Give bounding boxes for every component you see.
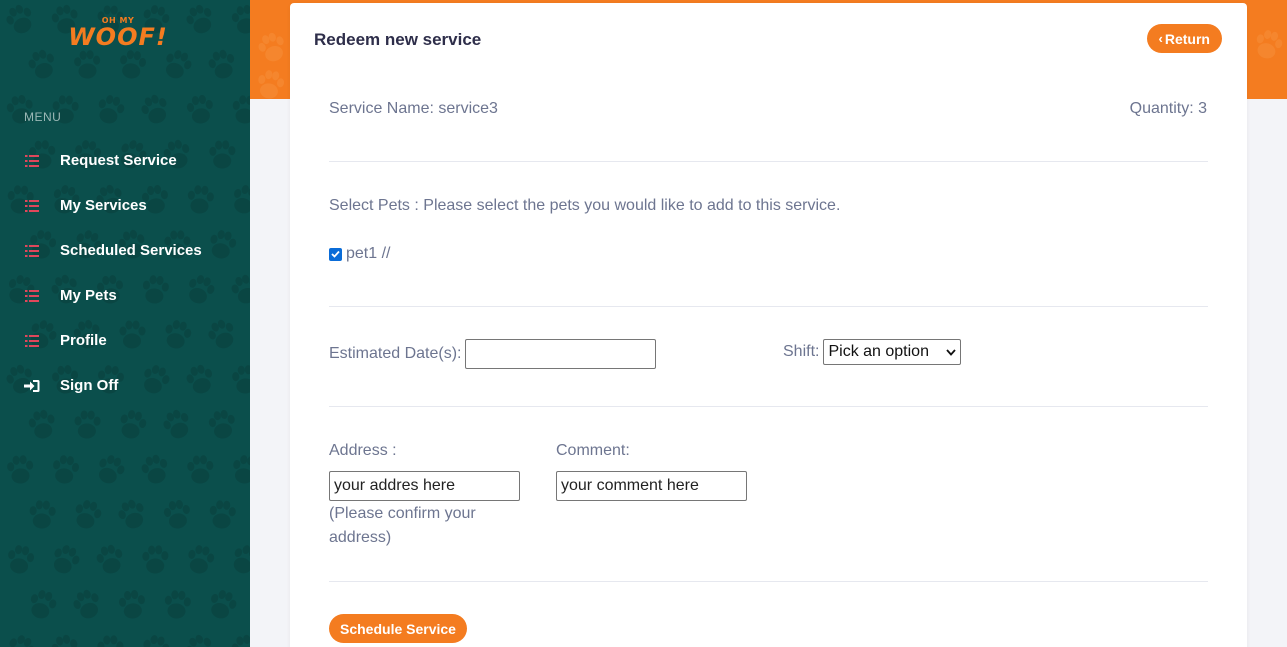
sidebar-item-label: My Services: [60, 197, 147, 214]
divider: [329, 581, 1208, 582]
sidebar-item-label: Request Service: [60, 152, 177, 169]
sidebar-nav: Request Service My Services Scheduled Se…: [0, 138, 250, 408]
sidebar-item-label: Profile: [60, 332, 107, 349]
date-label: Estimated Date(s):: [329, 345, 462, 362]
pet-option: pet1 //: [329, 245, 390, 263]
chevron-left-icon: ‹: [1158, 31, 1163, 46]
sidebar-item-my-pets[interactable]: My Pets: [0, 273, 250, 318]
chevron-down-icon: [946, 348, 957, 356]
list-icon: [24, 288, 40, 304]
logo[interactable]: OH MY WOOF!: [0, 16, 250, 51]
sidebar-item-sign-off[interactable]: Sign Off: [0, 363, 250, 408]
menu-heading: MENU: [24, 110, 62, 124]
divider: [329, 406, 1208, 407]
sidebar-item-label: My Pets: [60, 287, 117, 304]
estimated-date-input[interactable]: [465, 339, 657, 369]
comment-input[interactable]: [556, 471, 747, 501]
pet-label: pet1 //: [346, 245, 391, 262]
sidebar-item-profile[interactable]: Profile: [0, 318, 250, 363]
logo-big-text: WOOF!: [68, 23, 168, 51]
pet-checkbox[interactable]: [329, 247, 342, 261]
service-name: Service Name: service3: [329, 100, 498, 117]
sidebar-item-label: Sign Off: [60, 377, 119, 394]
list-icon: [24, 333, 40, 349]
divider: [329, 161, 1208, 162]
sidebar: OH MY WOOF! MENU Request Service My Serv…: [0, 0, 250, 647]
sidebar-item-request-service[interactable]: Request Service: [0, 138, 250, 183]
shift-selected-value: Pick an option: [828, 343, 929, 360]
schedule-service-button[interactable]: Schedule Service: [329, 614, 467, 643]
shift-label: Shift:: [783, 343, 820, 360]
shift-field-group: Shift: Pick an option: [783, 339, 962, 365]
page-title: Redeem new service: [314, 30, 482, 49]
address-confirm-note: (Please confirm your address): [329, 505, 476, 546]
list-icon: [24, 243, 40, 259]
list-icon: [24, 198, 40, 214]
redeem-service-card: Redeem new service ‹ Return Service Name…: [290, 3, 1247, 647]
address-input[interactable]: [329, 471, 520, 501]
address-label: Address :: [329, 442, 397, 459]
divider: [329, 306, 1208, 307]
service-quantity: Quantity: 3: [1129, 100, 1207, 117]
comment-label: Comment:: [556, 442, 630, 459]
shift-select[interactable]: Pick an option: [823, 339, 962, 365]
list-icon: [24, 153, 40, 169]
sidebar-item-scheduled-services[interactable]: Scheduled Services: [0, 228, 250, 273]
return-button-label: Return: [1164, 30, 1210, 47]
select-pets-instruction: Select Pets : Please select the pets you…: [329, 197, 841, 214]
date-field-group: Estimated Date(s):: [329, 339, 657, 369]
sidebar-item-my-services[interactable]: My Services: [0, 183, 250, 228]
return-button[interactable]: ‹ Return: [1146, 24, 1222, 53]
sidebar-item-label: Scheduled Services: [60, 242, 202, 259]
checkmark-icon: [331, 250, 340, 258]
sign-in-icon: [24, 378, 40, 394]
